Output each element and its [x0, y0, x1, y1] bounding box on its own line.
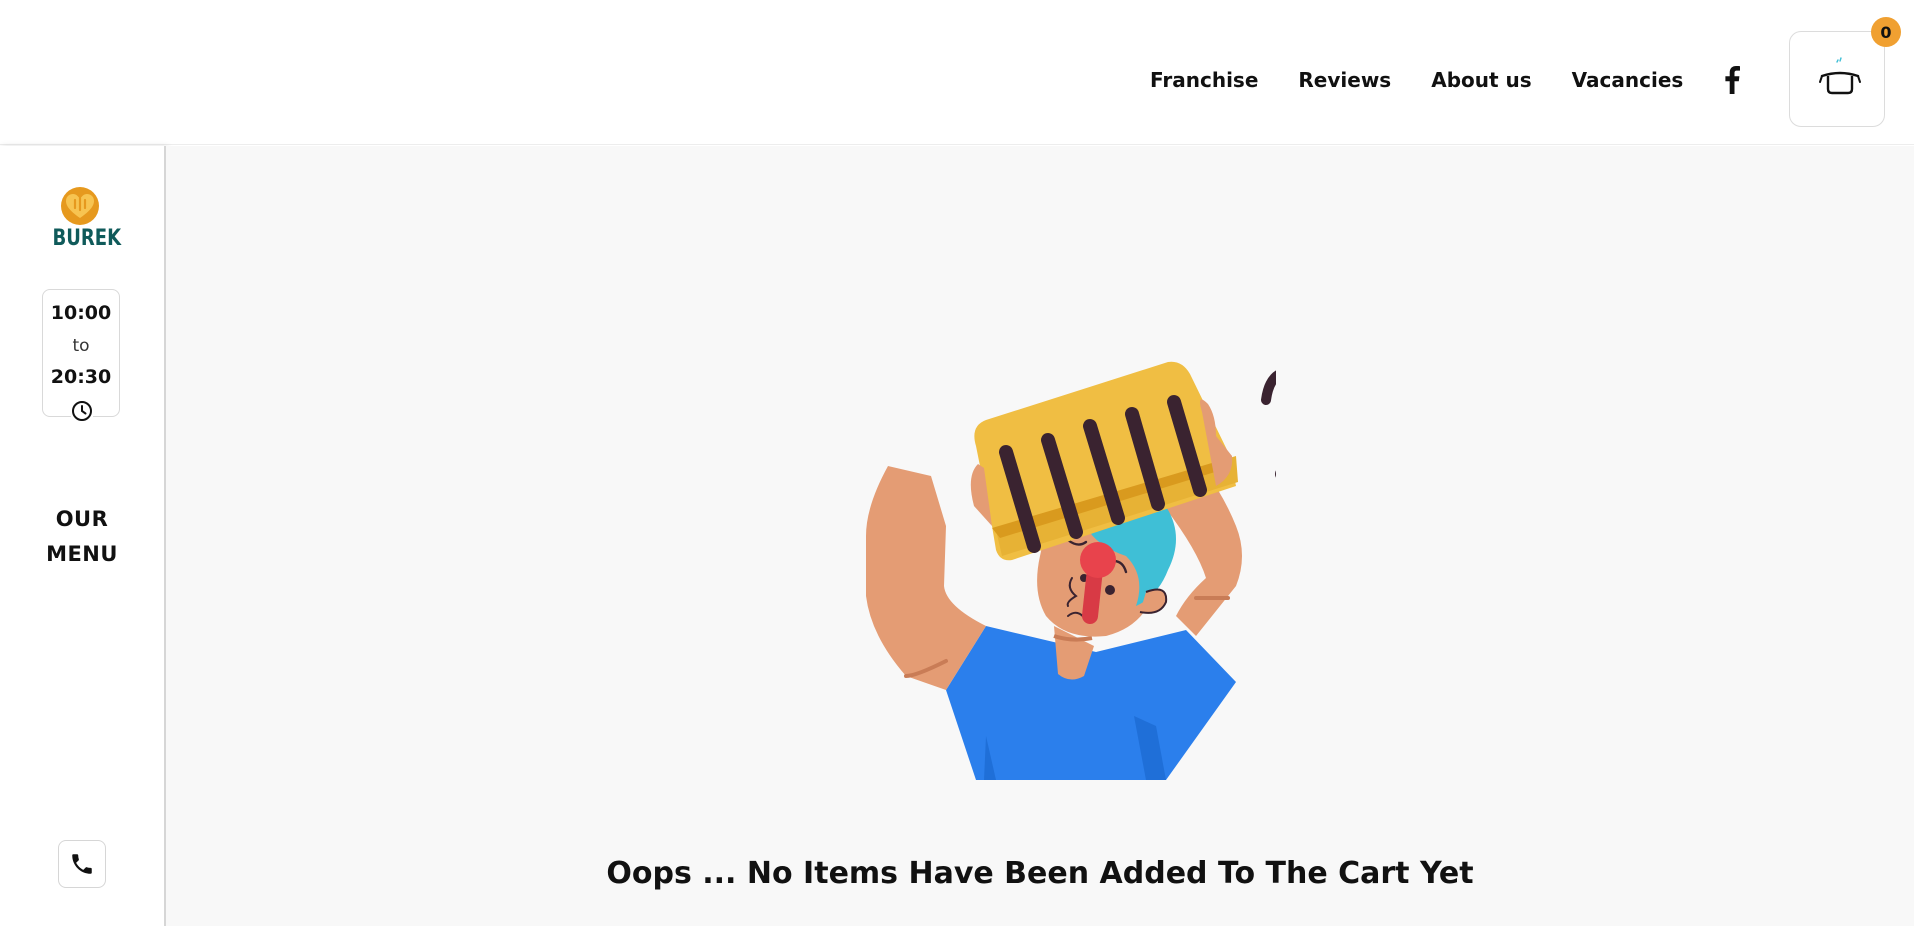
cart-main: Oops ... No Items Have Been Added To The… — [166, 146, 1914, 926]
closing-time: 20:30 — [50, 366, 112, 388]
clock-icon — [71, 400, 93, 422]
facebook-link[interactable] — [1720, 64, 1744, 96]
hours-separator: to — [72, 336, 90, 356]
site-header: Franchise Reviews About us Vacancies 0 — [0, 0, 1914, 145]
cooking-pot-icon — [1819, 57, 1861, 95]
empty-cart-illustration — [866, 361, 1276, 780]
phone-icon — [72, 854, 92, 874]
heart-logo-icon — [61, 187, 99, 225]
facebook-icon — [1725, 66, 1740, 94]
cart-count-badge: 0 — [1871, 17, 1901, 47]
main-nav: Franchise Reviews About us Vacancies — [1150, 66, 1723, 94]
nav-about-us[interactable]: About us — [1431, 66, 1531, 94]
opening-time: 10:00 — [50, 302, 112, 324]
nav-reviews[interactable]: Reviews — [1298, 66, 1391, 94]
empty-cart-message: Oops ... No Items Have Been Added To The… — [606, 856, 1474, 891]
cart-button[interactable] — [1789, 31, 1885, 127]
logo-text: BUREK — [52, 226, 122, 251]
opening-hours: 10:00 to 20:30 — [42, 289, 120, 422]
our-menu-link[interactable]: OUR MENU — [20, 502, 144, 572]
nav-vacancies[interactable]: Vacancies — [1572, 66, 1684, 94]
nav-franchise[interactable]: Franchise — [1150, 66, 1258, 94]
burek-logo[interactable]: BUREK — [46, 184, 122, 254]
left-sidebar: BUREK 10:00 to 20:30 OUR MENU — [0, 146, 166, 926]
phone-button[interactable] — [58, 840, 106, 888]
